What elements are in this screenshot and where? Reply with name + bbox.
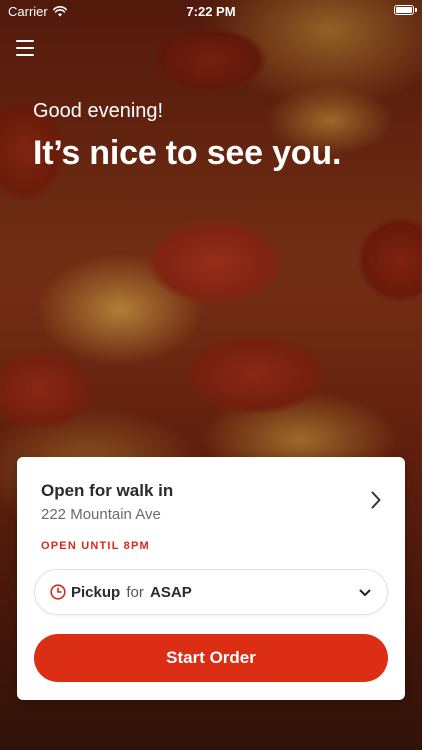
- greeting-text: Good evening!: [33, 100, 164, 122]
- open-hours-status: OPEN UNTIL 8PM: [41, 540, 150, 552]
- store-name: Open for walk in: [41, 481, 174, 500]
- pickup-connector: for: [126, 584, 144, 601]
- menu-line: [16, 54, 34, 56]
- chevron-down-icon: [359, 589, 371, 596]
- store-info-row[interactable]: Open for walk in 222 Mountain Ave: [17, 457, 405, 537]
- status-time: 7:22 PM: [186, 4, 236, 19]
- chevron-right-icon: [371, 491, 381, 509]
- pickup-time-selector[interactable]: Pickup for ASAP: [34, 569, 388, 615]
- status-bar: Carrier 7:22 PM: [0, 0, 422, 22]
- hamburger-menu-icon[interactable]: [16, 40, 34, 56]
- welcome-headline: It’s nice to see you.: [33, 134, 342, 172]
- start-order-button[interactable]: Start Order: [34, 634, 388, 682]
- pickup-mode: Pickup: [71, 584, 121, 601]
- clock-icon: [50, 584, 66, 600]
- battery-level: [396, 7, 412, 13]
- pickup-summary: Pickup for ASAP: [71, 584, 192, 601]
- battery-icon: [394, 5, 417, 15]
- store-address: 222 Mountain Ave: [41, 506, 161, 523]
- menu-line: [16, 40, 34, 42]
- pickup-time: ASAP: [150, 584, 192, 601]
- store-card: Open for walk in 222 Mountain Ave OPEN U…: [17, 457, 405, 700]
- menu-line: [16, 47, 34, 49]
